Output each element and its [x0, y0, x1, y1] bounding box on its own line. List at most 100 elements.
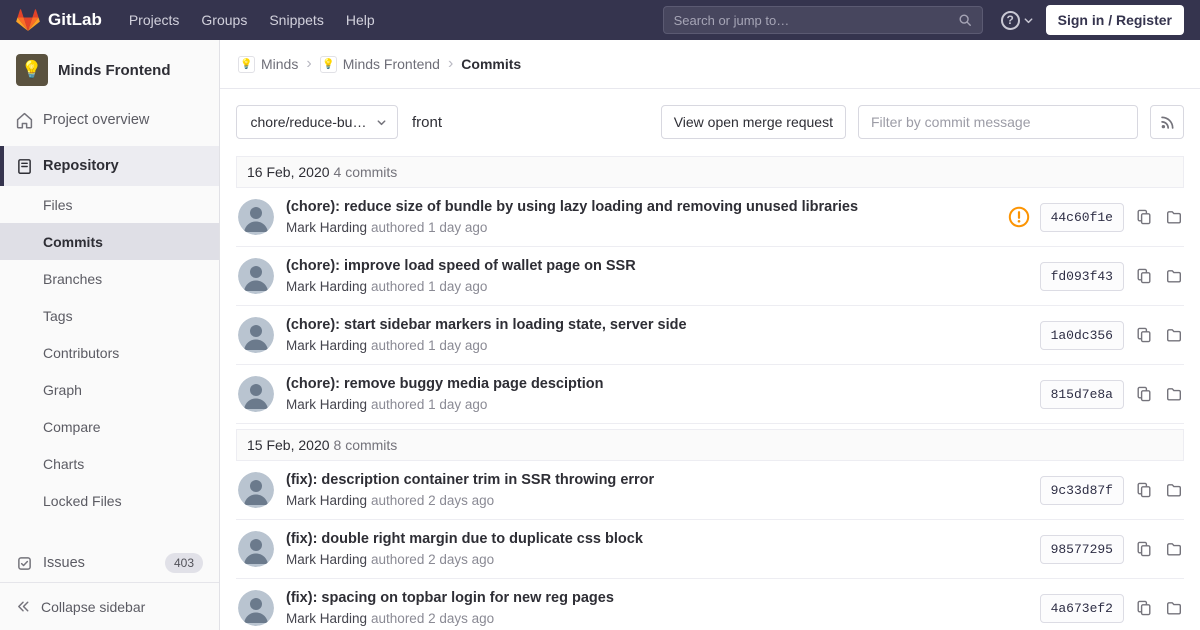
nav-link-snippets[interactable]: Snippets — [258, 0, 334, 40]
breadcrumb-separator-icon: › — [306, 55, 312, 72]
commit-title-link[interactable]: (fix): double right margin due to duplic… — [286, 531, 1024, 547]
help-menu[interactable]: ? — [1000, 10, 1034, 30]
author-avatar[interactable] — [238, 258, 274, 294]
commit-author-link[interactable]: Mark Harding — [286, 397, 367, 412]
breadcrumb-group-link[interactable]: 💡 Minds — [238, 55, 298, 73]
commit-row: (chore): remove buggy media page descipt… — [236, 365, 1184, 424]
branch-selector-dropdown[interactable]: chore/reduce-bu… — [236, 105, 398, 139]
sidebar-subitem-commits[interactable]: Commits — [0, 223, 219, 260]
sidebar-subitem-tags[interactable]: Tags — [0, 297, 219, 334]
clipboard-copy-icon — [1136, 327, 1152, 343]
copy-sha-button[interactable] — [1134, 207, 1154, 227]
sidebar-subitem-branches[interactable]: Branches — [0, 260, 219, 297]
copy-sha-button[interactable] — [1134, 266, 1154, 286]
sidebar-subitem-contributors[interactable]: Contributors — [0, 334, 219, 371]
author-avatar[interactable] — [238, 376, 274, 412]
sign-in-button[interactable]: Sign in / Register — [1045, 5, 1184, 35]
commit-author-link[interactable]: Mark Harding — [286, 493, 367, 508]
commit-title-link[interactable]: (chore): remove buggy media page descipt… — [286, 376, 1024, 392]
branch-selector-value: chore/reduce-bu… — [250, 114, 367, 130]
browse-files-button[interactable] — [1164, 384, 1184, 404]
sidebar-item-project-overview[interactable]: Project overview — [0, 100, 219, 140]
author-avatar[interactable] — [238, 472, 274, 508]
commit-row: (chore): start sidebar markers in loadin… — [236, 306, 1184, 365]
sidebar-item-repository[interactable]: Repository — [0, 146, 219, 186]
copy-sha-button[interactable] — [1134, 384, 1154, 404]
commit-actions: 1a0dc356 — [1039, 320, 1184, 350]
commit-sha[interactable]: 98577295 — [1039, 534, 1124, 564]
group-avatar: 💡 — [238, 55, 255, 73]
breadcrumb: 💡 Minds › 💡 Minds Frontend › Commits — [220, 40, 1200, 89]
commit-group: 16 Feb, 2020 4 commits (chore): reduce si… — [236, 156, 1184, 424]
browse-files-button[interactable] — [1164, 207, 1184, 227]
sidebar-subitem-files[interactable]: Files — [0, 186, 219, 223]
help-icon: ? — [1000, 10, 1020, 30]
commit-sha[interactable]: 44c60f1e — [1039, 202, 1124, 232]
browse-files-button[interactable] — [1164, 539, 1184, 559]
commit-list: (fix): description container trim in SSR… — [236, 461, 1184, 630]
sidebar-subitem-locked-files[interactable]: Locked Files — [0, 482, 219, 519]
gitlab-tanuki-icon — [16, 9, 40, 31]
filter-commit-message-input[interactable] — [858, 105, 1138, 139]
sidebar-item-issues[interactable]: Issues 403 — [0, 543, 219, 583]
gitlab-logo[interactable]: GitLab — [16, 9, 102, 31]
breadcrumb-project-link[interactable]: 💡 Minds Frontend — [319, 55, 440, 73]
person-icon — [238, 199, 274, 235]
commit-author-link[interactable]: Mark Harding — [286, 279, 367, 294]
clipboard-copy-icon — [1136, 209, 1152, 225]
commit-author-link[interactable]: Mark Harding — [286, 220, 367, 235]
folder-icon — [1166, 600, 1182, 616]
author-avatar[interactable] — [238, 531, 274, 567]
nav-link-projects[interactable]: Projects — [118, 0, 191, 40]
commit-sha[interactable]: 4a673ef2 — [1039, 593, 1124, 623]
browse-files-button[interactable] — [1164, 480, 1184, 500]
commit-count: 4 commits — [333, 164, 398, 180]
browse-files-button[interactable] — [1164, 266, 1184, 286]
sidebar-subitem-graph[interactable]: Graph — [0, 371, 219, 408]
breadcrumb-separator-icon: › — [447, 55, 454, 72]
nav-link-help[interactable]: Help — [335, 0, 386, 40]
double-chevron-left-icon — [16, 599, 31, 614]
commit-title-link[interactable]: (chore): start sidebar markers in loadin… — [286, 317, 1024, 333]
view-open-merge-request-button[interactable]: View open merge request — [660, 105, 846, 139]
person-icon — [238, 317, 274, 353]
commit-author-link[interactable]: Mark Harding — [286, 611, 367, 626]
commit-title-link[interactable]: (fix): spacing on topbar login for new r… — [286, 590, 1024, 606]
sidebar-item-label: Project overview — [43, 112, 150, 128]
commit-group: 15 Feb, 2020 8 commits (fix): description… — [236, 429, 1184, 630]
collapse-sidebar-button[interactable]: Collapse sidebar — [0, 582, 219, 630]
author-avatar[interactable] — [238, 199, 274, 235]
pipeline-warning-icon[interactable] — [1008, 206, 1030, 228]
sidebar-subitem-compare[interactable]: Compare — [0, 408, 219, 445]
nav-link-groups[interactable]: Groups — [190, 0, 258, 40]
commit-sha[interactable]: 9c33d87f — [1039, 475, 1124, 505]
lightbulb-icon: 💡 — [240, 58, 253, 70]
copy-sha-button[interactable] — [1134, 325, 1154, 345]
commits-feed-button[interactable] — [1150, 105, 1184, 139]
commit-author-link[interactable]: Mark Harding — [286, 552, 367, 567]
clipboard-copy-icon — [1136, 386, 1152, 402]
commit-title-link[interactable]: (fix): description container trim in SSR… — [286, 472, 1024, 488]
commit-title-link[interactable]: (chore): improve load speed of wallet pa… — [286, 258, 1024, 274]
sidebar-project-context[interactable]: 💡 Minds Frontend — [0, 40, 219, 100]
commit-sha[interactable]: fd093f43 — [1039, 261, 1124, 291]
copy-sha-button[interactable] — [1134, 539, 1154, 559]
search-input[interactable] — [673, 12, 958, 28]
commit-author-link[interactable]: Mark Harding — [286, 338, 367, 353]
browse-files-button[interactable] — [1164, 598, 1184, 618]
commit-title-link[interactable]: (chore): reduce size of bundle by using … — [286, 199, 992, 215]
commit-authored-time: authored 2 days ago — [371, 552, 495, 567]
sidebar-subitem-charts[interactable]: Charts — [0, 445, 219, 482]
commit-sha[interactable]: 815d7e8a — [1039, 379, 1124, 409]
commit-info: (chore): reduce size of bundle by using … — [286, 199, 992, 235]
browse-files-button[interactable] — [1164, 325, 1184, 345]
navbar-search-box[interactable] — [662, 6, 983, 34]
home-icon — [16, 112, 33, 129]
author-avatar[interactable] — [238, 590, 274, 626]
folder-icon — [1166, 327, 1182, 343]
commit-sha[interactable]: 1a0dc356 — [1039, 320, 1124, 350]
copy-sha-button[interactable] — [1134, 598, 1154, 618]
person-icon — [238, 258, 274, 294]
author-avatar[interactable] — [238, 317, 274, 353]
copy-sha-button[interactable] — [1134, 480, 1154, 500]
